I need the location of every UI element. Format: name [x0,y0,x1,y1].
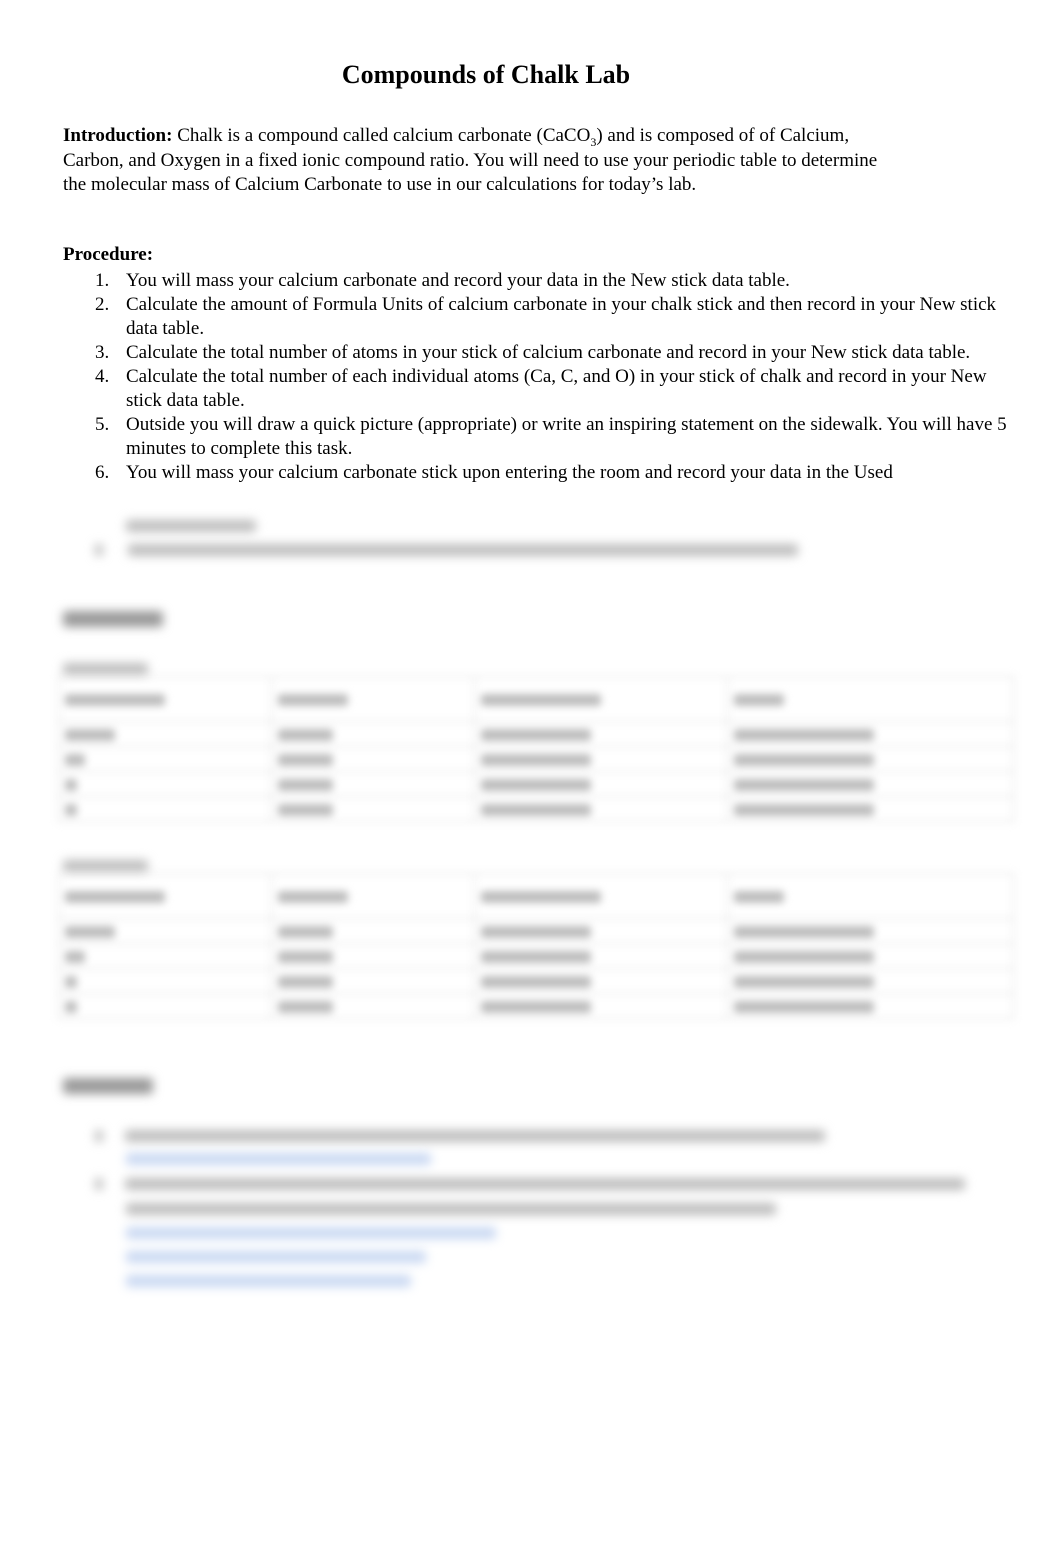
table-cell [474,676,728,722]
step-text: Calculate the total number of each indiv… [126,366,987,411]
table-cell [727,771,1014,797]
step-number: 5. [95,414,110,435]
step-text: You will mass your calcium carbonate sti… [126,462,893,483]
table-row [58,918,1014,944]
table-cell [727,873,1014,919]
table-cell [58,873,272,919]
blurred-answer-2a [126,1221,496,1243]
table-cell [58,721,272,747]
procedure-step: 4. Calculate the total number of each ind… [63,365,1013,413]
table-cell [271,796,475,822]
step-text: You will mass your calcium carbonate and… [126,270,790,291]
table-cell [58,771,272,797]
table-cell [271,676,475,722]
table-cell [474,918,728,944]
table-cell [58,943,272,969]
blurred-data-table-heading [63,607,163,629]
introduction-label: Introduction: [63,125,173,146]
introduction-paragraph: Introduction: Chalk is a compound called… [63,124,903,198]
table-cell [271,918,475,944]
step-number: 2. [95,294,110,315]
blurred-step-6-continuation [126,514,256,536]
introduction-text-1: Chalk is a compound called calcium carbo… [172,125,591,146]
table-cell [474,873,728,919]
table-row [58,771,1014,797]
blurred-new-stick-table [58,676,1014,822]
table-row [58,943,1014,969]
table-cell [474,993,728,1019]
table-cell [727,918,1014,944]
step-text: Calculate the total number of atoms in y… [126,342,971,363]
table-cell [271,943,475,969]
table-cell [474,721,728,747]
blurred-answer-2c [126,1269,411,1291]
step-number: 4. [95,366,110,387]
table-cell [727,676,1014,722]
step-number: 1. [95,270,110,291]
table-cell [271,968,475,994]
document-title: Compounds of Chalk Lab [341,60,631,89]
table-cell [58,968,272,994]
table-row [58,968,1014,994]
blurred-used-stick-table [58,873,1014,1019]
blurred-answer-2b [126,1245,426,1267]
blurred-answer-1 [126,1147,431,1169]
table-cell [474,968,728,994]
table-cell [271,746,475,772]
procedure-heading: Procedure: [63,244,154,265]
table-row [58,796,1014,822]
table-row [58,993,1014,1019]
step-text: Calculate the amount of Formula Units of… [126,294,997,339]
table-cell [271,771,475,797]
procedure-step: 5. Outside you will draw a quick picture … [63,413,1013,461]
step-number: 3. [95,342,110,363]
table-cell [474,746,728,772]
table-cell [58,746,272,772]
procedure-step: 1. You will mass your calcium carbonate a… [63,269,1013,293]
procedure-list: 1. You will mass your calcium carbonate a… [63,269,1013,485]
table-row [58,873,1014,919]
table-cell [474,771,728,797]
table-cell [271,873,475,919]
table-cell [474,796,728,822]
table-cell [727,993,1014,1019]
table-row [58,746,1014,772]
procedure-step: 6. You will mass your calcium carbonate s… [63,461,1013,485]
table-cell [727,746,1014,772]
procedure-step: 2. Calculate the amount of Formula Units … [63,293,1013,341]
table-row [58,721,1014,747]
table-row [58,676,1014,722]
table-cell [58,993,272,1019]
table-cell [271,721,475,747]
table-cell [58,676,272,722]
blurred-step-7 [95,538,798,560]
table-cell [727,796,1014,822]
table-cell [271,993,475,1019]
blurred-question-2-continuation [126,1197,776,1219]
table-cell [727,968,1014,994]
table-cell [727,943,1014,969]
procedure-step: 3. Calculate the total number of atoms in… [63,341,1013,365]
step-number: 6. [95,462,110,483]
blurred-questions-heading [63,1074,153,1096]
table-cell [58,918,272,944]
table-cell [474,943,728,969]
table-cell [727,721,1014,747]
blurred-question-2 [95,1172,965,1194]
table-cell [58,796,272,822]
step-text: Outside you will draw a quick picture (a… [126,414,1007,459]
blurred-question-1 [95,1124,825,1146]
